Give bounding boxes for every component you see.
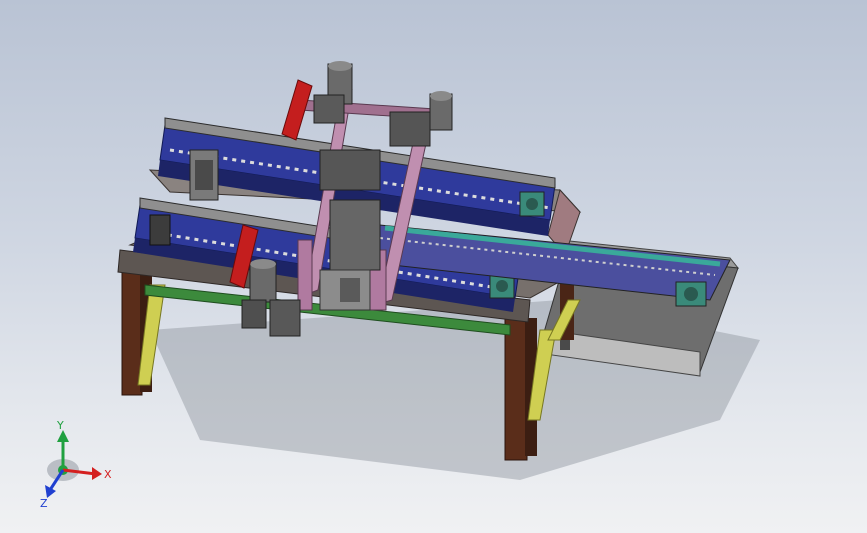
z-axis-label: Z bbox=[40, 497, 48, 510]
axis-triad: Y X Z bbox=[40, 420, 112, 510]
leg-front-right bbox=[504, 317, 528, 461]
x-axis-arrow bbox=[92, 467, 102, 480]
y-axis-label: Y bbox=[56, 420, 64, 432]
x-axis-label: X bbox=[104, 468, 112, 481]
assembly-model[interactable] bbox=[0, 0, 867, 533]
graphics-viewport[interactable]: Y X Z bbox=[0, 0, 867, 533]
